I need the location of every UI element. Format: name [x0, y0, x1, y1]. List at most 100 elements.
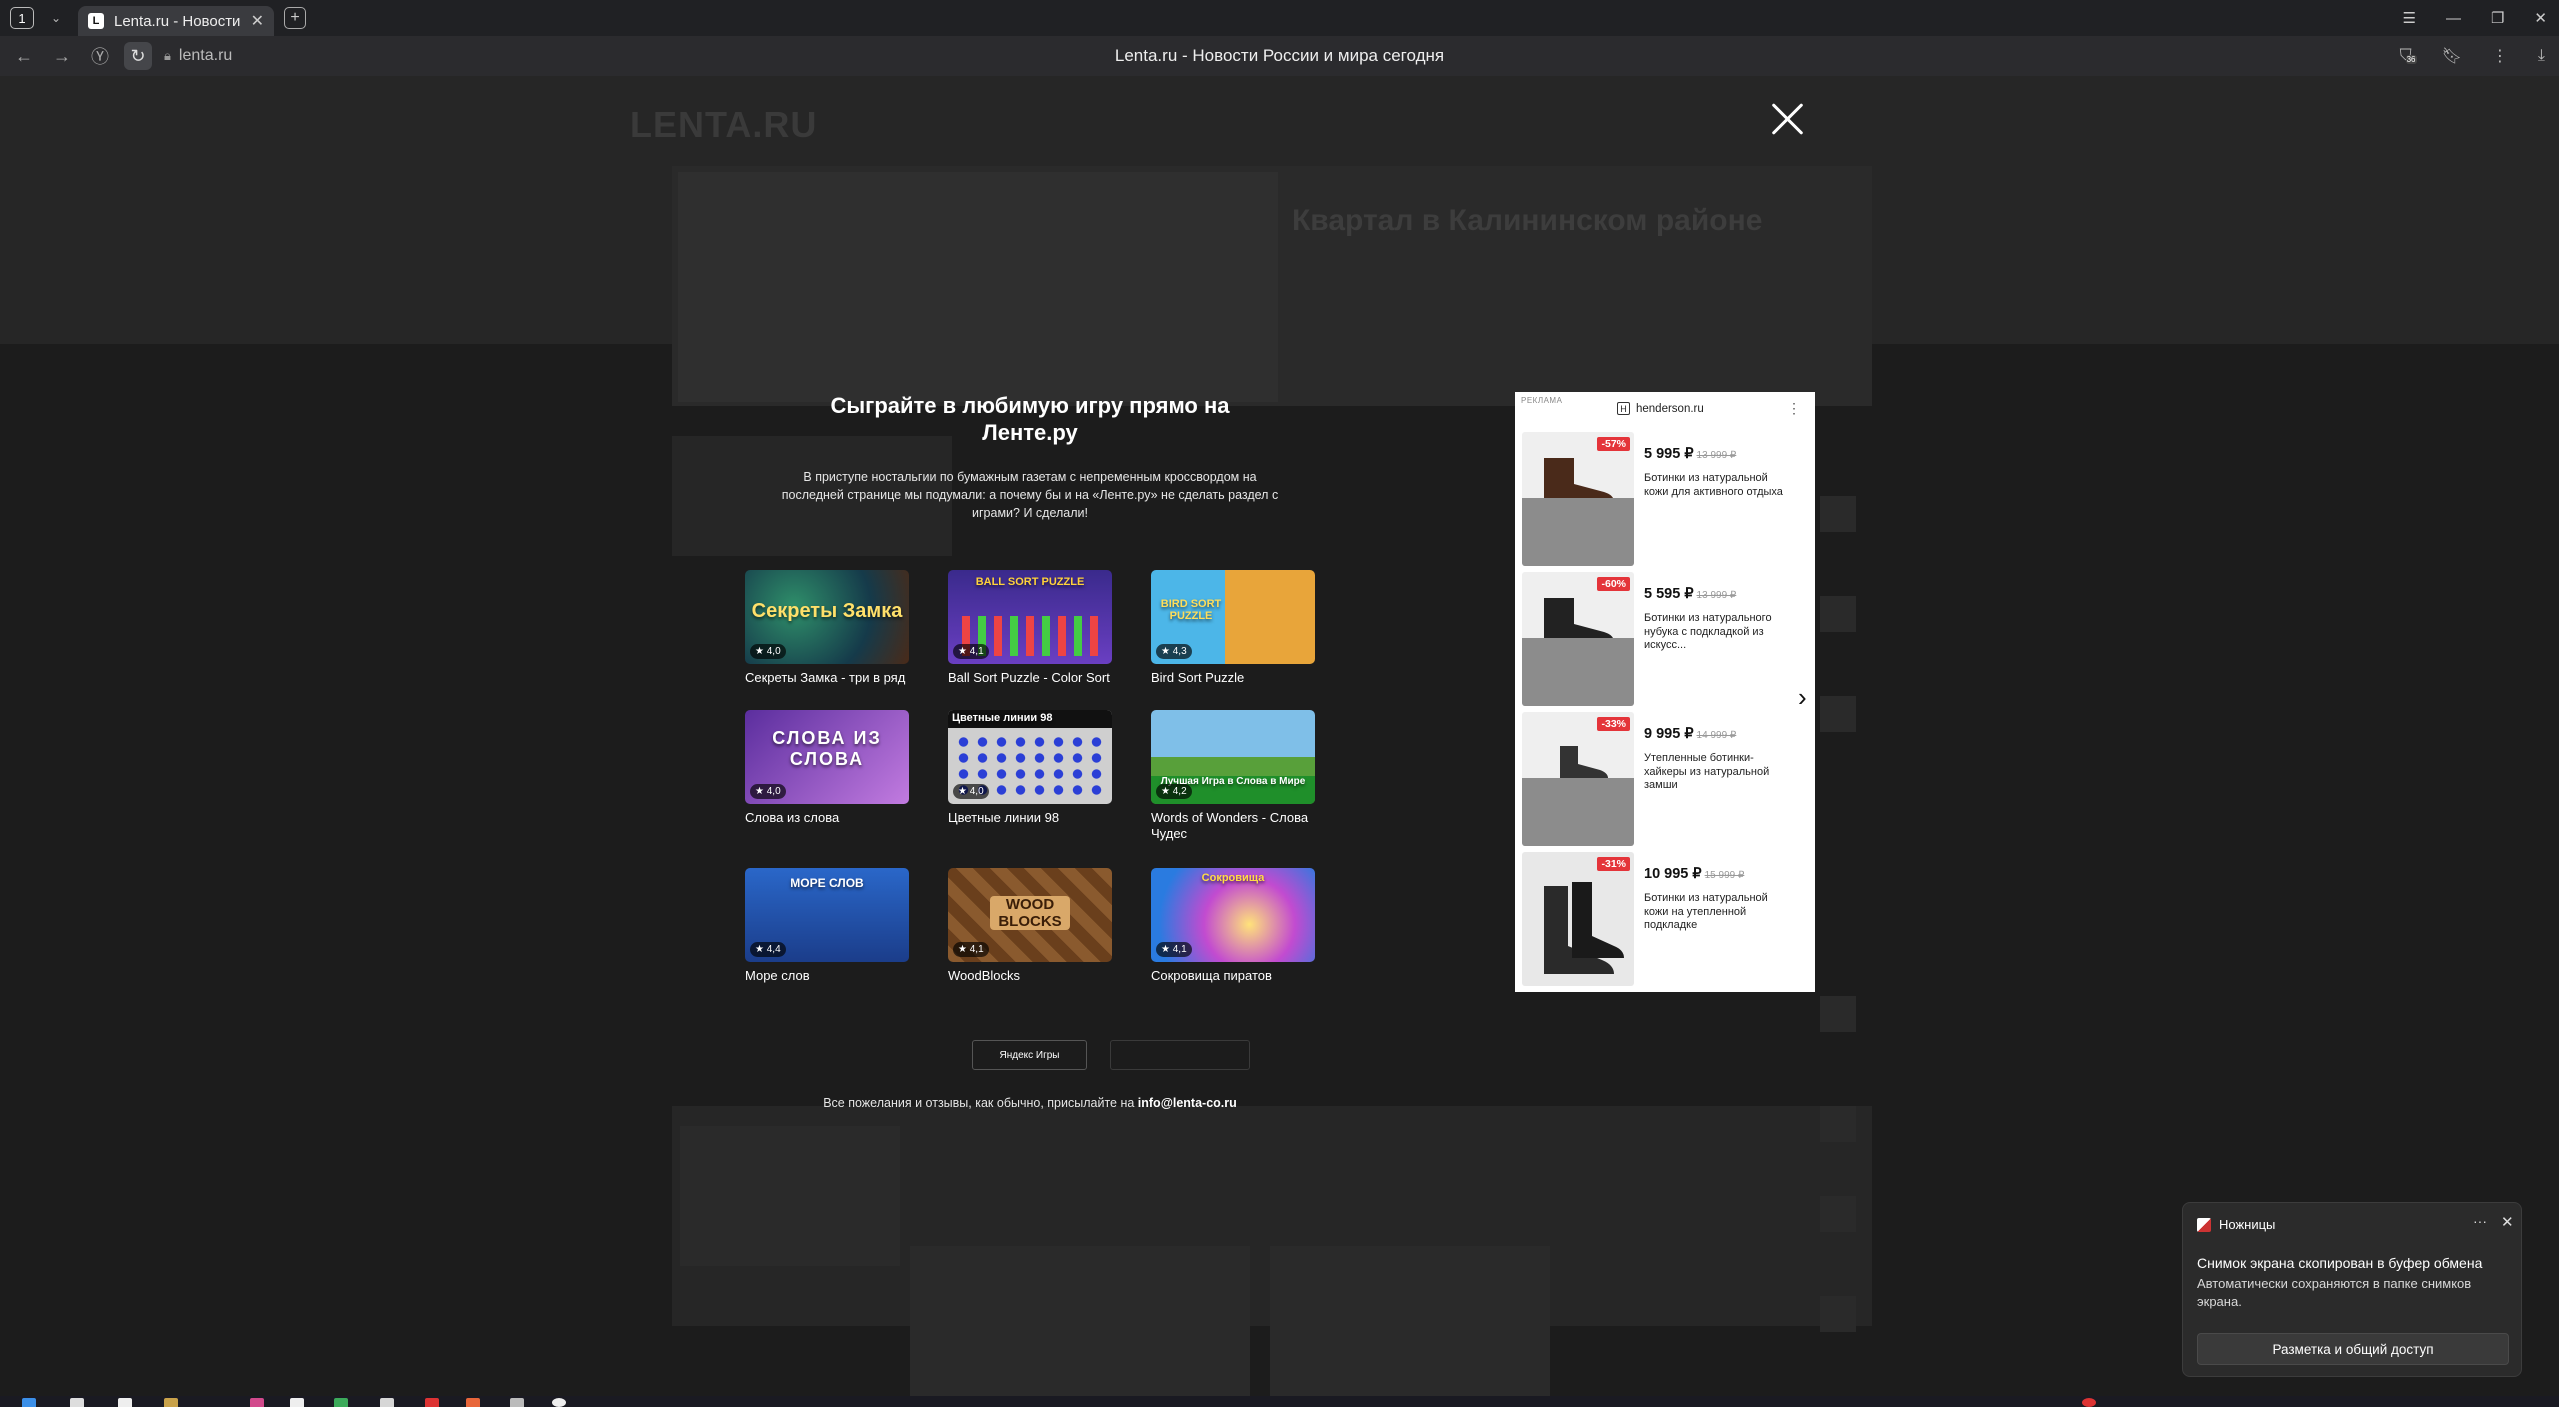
ad-block[interactable]: РЕКЛАМА Hhenderson.ru ⋮ -57% 5 995 ₽13 9… — [1515, 392, 1815, 992]
extension-badge: 36 — [2405, 55, 2417, 64]
ad-product[interactable]: -57% 5 995 ₽13 999 ₽ Ботинки из натураль… — [1522, 432, 1810, 566]
tab-counter[interactable]: 1 — [10, 7, 34, 29]
bookmark-icon[interactable]: 🔖︎ — [2442, 46, 2462, 66]
taskbar — [0, 1396, 2559, 1407]
game-thumbnail[interactable]: Цветные линии 98 ★ 4,0 — [948, 710, 1112, 804]
yandex-games-button[interactable]: Яндекс Игры — [972, 1040, 1087, 1070]
product-price: 9 995 ₽14 999 ₽ — [1644, 726, 1737, 742]
game-rating: ★ 4,1 — [953, 644, 989, 659]
tab-lenta[interactable]: L Lenta.ru - Новости Рос ✕ — [78, 6, 274, 36]
old-price: 14 999 ₽ — [1696, 730, 1737, 741]
ad-label: РЕКЛАМА — [1521, 396, 1563, 405]
game-rating: ★ 4,3 — [1156, 644, 1192, 659]
toast-title: Снимок экрана скопирован в буфер обмена — [2197, 1255, 2483, 1271]
game-rating: ★ 4,0 — [750, 644, 786, 659]
back-icon[interactable]: ← — [10, 42, 38, 70]
game-card[interactable]: МОРЕ СЛОВ ★ 4,4 Море слов — [745, 868, 909, 984]
image-placeholder — [1522, 778, 1634, 846]
ad-next-icon[interactable]: › — [1798, 684, 1807, 710]
game-rating: ★ 4,4 — [750, 942, 786, 957]
app-icon[interactable] — [380, 1398, 394, 1407]
game-thumbnail[interactable]: Сокровища ★ 4,1 — [1151, 868, 1315, 962]
product-image: -33% — [1522, 712, 1634, 846]
modal-close-icon[interactable] — [1770, 102, 1804, 136]
url-field[interactable]: lenta.ru — [179, 47, 232, 65]
window-controls: ☰ — ❐ ✕ — [2403, 0, 2547, 36]
game-card[interactable]: Секреты Замка ★ 4,0 Секреты Замка - три … — [745, 570, 909, 686]
app-icon[interactable] — [164, 1398, 178, 1407]
ad-product[interactable]: -60% 5 595 ₽13 999 ₽ Ботинки из натураль… — [1522, 572, 1810, 706]
game-name: Words of Wonders - Слова Чудес — [1151, 810, 1309, 841]
game-thumbnail[interactable]: BIRD SORT PUZZLE ★ 4,3 — [1151, 570, 1315, 664]
ad-domain[interactable]: Hhenderson.ru — [1617, 402, 1704, 415]
minimize-icon[interactable]: — — [2446, 10, 2461, 27]
taskview-icon[interactable] — [118, 1398, 132, 1407]
app-icon[interactable] — [290, 1398, 304, 1407]
game-thumbnail[interactable]: МОРЕ СЛОВ ★ 4,4 — [745, 868, 909, 962]
game-thumbnail[interactable]: WOOD BLOCKS ★ 4,1 — [948, 868, 1112, 962]
lock-icon[interactable]: 🔒︎ — [164, 48, 171, 64]
game-thumb-title: Цветные линии 98 — [952, 712, 1053, 724]
yandex-icon[interactable]: Ⓨ — [86, 42, 114, 70]
game-rating: ★ 4,0 — [750, 784, 786, 799]
news-thumb — [1270, 1246, 1550, 1396]
tab-close-icon[interactable]: ✕ — [251, 11, 264, 31]
product-image: -57% — [1522, 432, 1634, 566]
extension-icon[interactable]: ⛉36 — [2400, 47, 2417, 65]
markup-share-button[interactable]: Разметка и общий доступ — [2197, 1333, 2509, 1365]
game-card[interactable]: BIRD SORT PUZZLE ★ 4,3 Bird Sort Puzzle — [1151, 570, 1315, 686]
app-icon[interactable] — [250, 1398, 264, 1407]
game-thumbnail[interactable]: BALL SORT PUZZLE ★ 4,1 — [948, 570, 1112, 664]
game-card[interactable]: СЛОВА ИЗ СЛОВА ★ 4,0 Слова из слова — [745, 710, 909, 826]
game-thumbnail[interactable]: СЛОВА ИЗ СЛОВА ★ 4,0 — [745, 710, 909, 804]
tab-bar: 1 ⌄ L Lenta.ru - Новости Рос ✕ + ☰ — ❐ ✕ — [0, 0, 2559, 36]
game-card[interactable]: Сокровища ★ 4,1 Сокровища пиратов — [1151, 868, 1315, 984]
feedback-email[interactable]: info@lenta-co.ru — [1138, 1096, 1237, 1110]
product-image: -60% — [1522, 572, 1634, 706]
download-icon[interactable]: ⤓ — [2538, 47, 2545, 65]
game-card[interactable]: Лучшая Игра в Слова в Мире ★ 4,2 Words o… — [1151, 710, 1315, 842]
side-thumb — [1820, 596, 1856, 632]
side-thumb — [1820, 1296, 1856, 1332]
game-thumbnail[interactable]: Лучшая Игра в Слова в Мире ★ 4,2 — [1151, 710, 1315, 804]
reload-icon[interactable]: ↻ — [124, 42, 152, 70]
app-icon[interactable] — [334, 1398, 348, 1407]
game-thumbnail[interactable]: Секреты Замка ★ 4,0 — [745, 570, 909, 664]
new-tab-button[interactable]: + — [284, 7, 306, 29]
ad-product[interactable]: -31% 10 995 ₽15 999 ₽ Ботинки из натурал… — [1522, 852, 1810, 986]
product-price: 10 995 ₽15 999 ₽ — [1644, 866, 1745, 882]
browser-icon[interactable] — [552, 1398, 566, 1407]
ad-product[interactable]: -33% 9 995 ₽14 999 ₽ Утепленные ботинки-… — [1522, 712, 1810, 846]
discount-badge: -60% — [1597, 577, 1630, 591]
secondary-button[interactable] — [1110, 1040, 1250, 1070]
toast-app-name: Ножницы — [2219, 1217, 2276, 1232]
tabs-dropdown-icon[interactable]: ⌄ — [46, 7, 66, 29]
game-name: Слова из слова — [745, 810, 840, 825]
window-close-icon[interactable]: ✕ — [2534, 9, 2547, 27]
toast-close-icon[interactable]: ✕ — [2501, 1213, 2514, 1231]
toast-body: Автоматически сохраняются в папке снимко… — [2197, 1276, 2472, 1309]
start-icon[interactable] — [22, 1398, 36, 1407]
forward-icon[interactable]: → — [48, 42, 76, 70]
toast-more-icon[interactable]: ··· — [2473, 1213, 2487, 1229]
app-icon[interactable] — [510, 1398, 524, 1407]
more-icon[interactable]: ⋮ — [2492, 46, 2508, 66]
app-icon[interactable] — [466, 1398, 480, 1407]
side-thumb — [1820, 996, 1856, 1032]
game-card[interactable]: BALL SORT PUZZLE ★ 4,1 Ball Sort Puzzle … — [948, 570, 1112, 686]
weather-icon[interactable] — [2082, 1398, 2096, 1407]
feedback-prefix: Все пожелания и отзывы, как обычно, прис… — [823, 1096, 1138, 1110]
game-card[interactable]: Цветные линии 98 ★ 4,0 Цветные линии 98 — [948, 710, 1112, 826]
search-icon[interactable] — [70, 1398, 84, 1407]
restore-icon[interactable]: ❐ — [2491, 9, 2504, 27]
ad-more-icon[interactable]: ⋮ — [1787, 400, 1801, 417]
game-rating: ★ 4,0 — [953, 784, 989, 799]
image-placeholder — [1522, 498, 1634, 566]
app-icon[interactable] — [425, 1398, 439, 1407]
menu-icon[interactable]: ☰ — [2403, 9, 2416, 27]
game-rating: ★ 4,2 — [1156, 784, 1192, 799]
game-card[interactable]: WOOD BLOCKS ★ 4,1 WoodBlocks — [948, 868, 1112, 984]
discount-badge: -57% — [1597, 437, 1630, 451]
game-thumb-title: МОРЕ СЛОВ — [790, 876, 864, 890]
snip-notification[interactable]: Ножницы ··· ✕ Снимок экрана скопирован в… — [2182, 1202, 2522, 1377]
